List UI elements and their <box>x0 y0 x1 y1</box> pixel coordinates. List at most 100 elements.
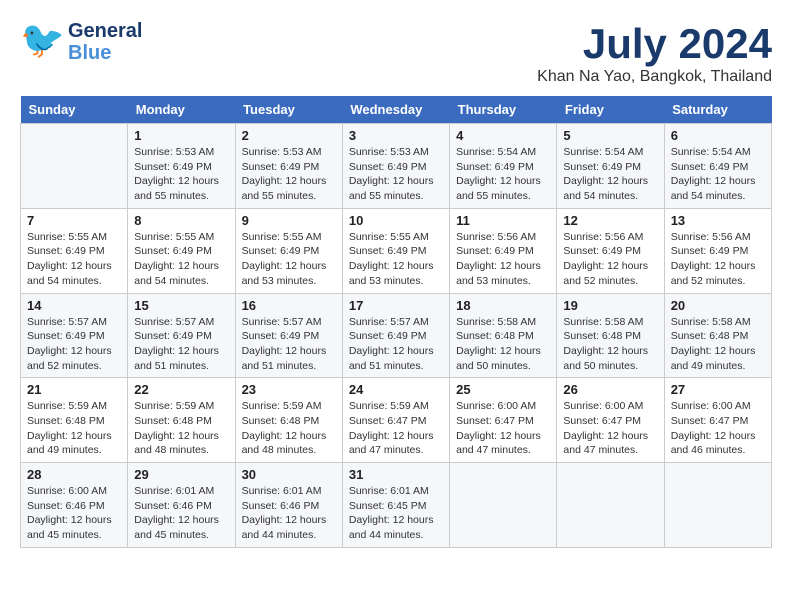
calendar-cell: 8 Sunrise: 5:55 AM Sunset: 6:49 PM Daylig… <box>128 208 235 293</box>
calendar-cell: 25 Sunrise: 6:00 AM Sunset: 6:47 PM Dayli… <box>450 378 557 463</box>
day-number: 13 <box>671 213 765 228</box>
calendar-cell: 4Sunrise: 5:54 AM Sunset: 6:49 PM Daylig… <box>450 124 557 209</box>
cell-details: Sunrise: 5:53 AM Sunset: 6:49 PM Dayligh… <box>134 145 228 204</box>
calendar-cell: 14Sunrise: 5:57 AM Sunset: 6:49 PM Dayli… <box>21 293 128 378</box>
day-number: 8 <box>134 213 228 228</box>
calendar-cell: 7Sunrise: 5:55 AM Sunset: 6:49 PM Daylig… <box>21 208 128 293</box>
calendar-cell: 10 Sunrise: 5:55 AM Sunset: 6:49 PM Dayli… <box>342 208 449 293</box>
logo-general: General <box>68 20 142 42</box>
day-number: 2 <box>242 128 336 143</box>
cell-details: Sunrise: 5:59 AM Sunset: 6:48 PM Dayligh… <box>27 399 121 458</box>
day-number: 16 <box>242 298 336 313</box>
header-thursday: Thursday <box>450 96 557 124</box>
calendar-week-1: 7 Sunrise: 5:55 AM Sunset: 6:49 PM Daylig… <box>21 208 772 293</box>
header-saturday: Saturday <box>664 96 771 124</box>
main-title: July 2024 <box>537 20 772 68</box>
cell-details: Sunrise: 5:54 AM Sunset: 6:49 PM Dayligh… <box>671 145 765 204</box>
calendar-table: SundayMondayTuesdayWednesdayThursdayFrid… <box>20 96 772 548</box>
cell-details: Sunrise: 6:01 AM Sunset: 6:45 PM Dayligh… <box>349 484 443 543</box>
header-row: SundayMondayTuesdayWednesdayThursdayFrid… <box>21 96 772 124</box>
cell-details: Sunrise: 5:56 AM Sunset: 6:49 PM Dayligh… <box>456 230 550 289</box>
day-number: 28 <box>27 467 121 482</box>
logo-blue: Blue <box>68 42 111 64</box>
calendar-cell <box>664 463 771 548</box>
calendar-cell: 3 Sunrise: 5:53 AM Sunset: 6:49 PM Daylig… <box>342 124 449 209</box>
day-number: 17 <box>349 298 443 313</box>
header-monday: Monday <box>128 96 235 124</box>
calendar-cell: 13 Sunrise: 5:56 AM Sunset: 6:49 PM Dayli… <box>664 208 771 293</box>
cell-details: Sunrise: 5:53 AM Sunset: 6:49 PM Dayligh… <box>349 145 443 204</box>
day-number: 18 <box>456 298 550 313</box>
day-number: 25 <box>456 382 550 397</box>
logo-bird-icon: 🐦 <box>20 20 64 64</box>
calendar-cell: 28Sunrise: 6:00 AM Sunset: 6:46 PM Dayli… <box>21 463 128 548</box>
logo: 🐦 General Blue <box>20 20 142 64</box>
day-number: 27 <box>671 382 765 397</box>
day-number: 24 <box>349 382 443 397</box>
calendar-cell: 5 Sunrise: 5:54 AM Sunset: 6:49 PM Daylig… <box>557 124 664 209</box>
calendar-cell: 6 Sunrise: 5:54 AM Sunset: 6:49 PM Daylig… <box>664 124 771 209</box>
day-number: 26 <box>563 382 657 397</box>
cell-details: Sunrise: 5:54 AM Sunset: 6:49 PM Dayligh… <box>456 145 550 204</box>
calendar-cell: 17 Sunrise: 5:57 AM Sunset: 6:49 PM Dayli… <box>342 293 449 378</box>
calendar-cell <box>450 463 557 548</box>
calendar-cell: 30Sunrise: 6:01 AM Sunset: 6:46 PM Dayli… <box>235 463 342 548</box>
calendar-cell: 16 Sunrise: 5:57 AM Sunset: 6:49 PM Dayli… <box>235 293 342 378</box>
cell-details: Sunrise: 5:56 AM Sunset: 6:49 PM Dayligh… <box>671 230 765 289</box>
header-sunday: Sunday <box>21 96 128 124</box>
cell-details: Sunrise: 6:00 AM Sunset: 6:47 PM Dayligh… <box>563 399 657 458</box>
cell-details: Sunrise: 5:59 AM Sunset: 6:48 PM Dayligh… <box>134 399 228 458</box>
header-friday: Friday <box>557 96 664 124</box>
day-number: 23 <box>242 382 336 397</box>
calendar-cell: 31Sunrise: 6:01 AM Sunset: 6:45 PM Dayli… <box>342 463 449 548</box>
calendar-cell: 27 Sunrise: 6:00 AM Sunset: 6:47 PM Dayli… <box>664 378 771 463</box>
title-area: July 2024 Khan Na Yao, Bangkok, Thailand <box>537 20 772 86</box>
calendar-week-3: 21Sunrise: 5:59 AM Sunset: 6:48 PM Dayli… <box>21 378 772 463</box>
cell-details: Sunrise: 5:56 AM Sunset: 6:49 PM Dayligh… <box>563 230 657 289</box>
calendar-cell: 26 Sunrise: 6:00 AM Sunset: 6:47 PM Dayli… <box>557 378 664 463</box>
cell-details: Sunrise: 6:00 AM Sunset: 6:47 PM Dayligh… <box>671 399 765 458</box>
header-wednesday: Wednesday <box>342 96 449 124</box>
subtitle: Khan Na Yao, Bangkok, Thailand <box>537 68 772 86</box>
day-number: 14 <box>27 298 121 313</box>
cell-details: Sunrise: 5:55 AM Sunset: 6:49 PM Dayligh… <box>349 230 443 289</box>
cell-details: Sunrise: 5:58 AM Sunset: 6:48 PM Dayligh… <box>563 315 657 374</box>
day-number: 6 <box>671 128 765 143</box>
day-number: 15 <box>134 298 228 313</box>
cell-details: Sunrise: 6:00 AM Sunset: 6:47 PM Dayligh… <box>456 399 550 458</box>
cell-details: Sunrise: 6:01 AM Sunset: 6:46 PM Dayligh… <box>134 484 228 543</box>
calendar-cell: 1 Sunrise: 5:53 AM Sunset: 6:49 PM Daylig… <box>128 124 235 209</box>
cell-details: Sunrise: 5:54 AM Sunset: 6:49 PM Dayligh… <box>563 145 657 204</box>
cell-details: Sunrise: 5:57 AM Sunset: 6:49 PM Dayligh… <box>349 315 443 374</box>
cell-details: Sunrise: 5:58 AM Sunset: 6:48 PM Dayligh… <box>671 315 765 374</box>
day-number: 1 <box>134 128 228 143</box>
cell-details: Sunrise: 5:55 AM Sunset: 6:49 PM Dayligh… <box>134 230 228 289</box>
cell-details: Sunrise: 5:59 AM Sunset: 6:48 PM Dayligh… <box>242 399 336 458</box>
calendar-cell <box>557 463 664 548</box>
cell-details: Sunrise: 5:59 AM Sunset: 6:47 PM Dayligh… <box>349 399 443 458</box>
cell-details: Sunrise: 5:55 AM Sunset: 6:49 PM Dayligh… <box>242 230 336 289</box>
day-number: 30 <box>242 467 336 482</box>
header: 🐦 General Blue July 2024 Khan Na Yao, Ba… <box>20 20 772 86</box>
svg-text:🐦: 🐦 <box>20 20 64 60</box>
day-number: 12 <box>563 213 657 228</box>
calendar-week-0: 1 Sunrise: 5:53 AM Sunset: 6:49 PM Daylig… <box>21 124 772 209</box>
calendar-cell: 15Sunrise: 5:57 AM Sunset: 6:49 PM Dayli… <box>128 293 235 378</box>
calendar-cell: 12 Sunrise: 5:56 AM Sunset: 6:49 PM Dayli… <box>557 208 664 293</box>
cell-details: Sunrise: 5:57 AM Sunset: 6:49 PM Dayligh… <box>242 315 336 374</box>
calendar-cell: 9Sunrise: 5:55 AM Sunset: 6:49 PM Daylig… <box>235 208 342 293</box>
day-number: 3 <box>349 128 443 143</box>
calendar-cell: 22 Sunrise: 5:59 AM Sunset: 6:48 PM Dayli… <box>128 378 235 463</box>
day-number: 22 <box>134 382 228 397</box>
day-number: 7 <box>27 213 121 228</box>
day-number: 11 <box>456 213 550 228</box>
cell-details: Sunrise: 5:58 AM Sunset: 6:48 PM Dayligh… <box>456 315 550 374</box>
calendar-week-2: 14 Sunrise: 5:57 AM Sunset: 6:49 PM Dayli… <box>21 293 772 378</box>
calendar-cell: 23 Sunrise: 5:59 AM Sunset: 6:48 PM Dayli… <box>235 378 342 463</box>
day-number: 5 <box>563 128 657 143</box>
calendar-cell: 11 Sunrise: 5:56 AM Sunset: 6:49 PM Dayli… <box>450 208 557 293</box>
calendar-cell <box>21 124 128 209</box>
calendar-cell: 19Sunrise: 5:58 AM Sunset: 6:48 PM Dayli… <box>557 293 664 378</box>
calendar-cell: 18 Sunrise: 5:58 AM Sunset: 6:48 PM Dayli… <box>450 293 557 378</box>
day-number: 10 <box>349 213 443 228</box>
